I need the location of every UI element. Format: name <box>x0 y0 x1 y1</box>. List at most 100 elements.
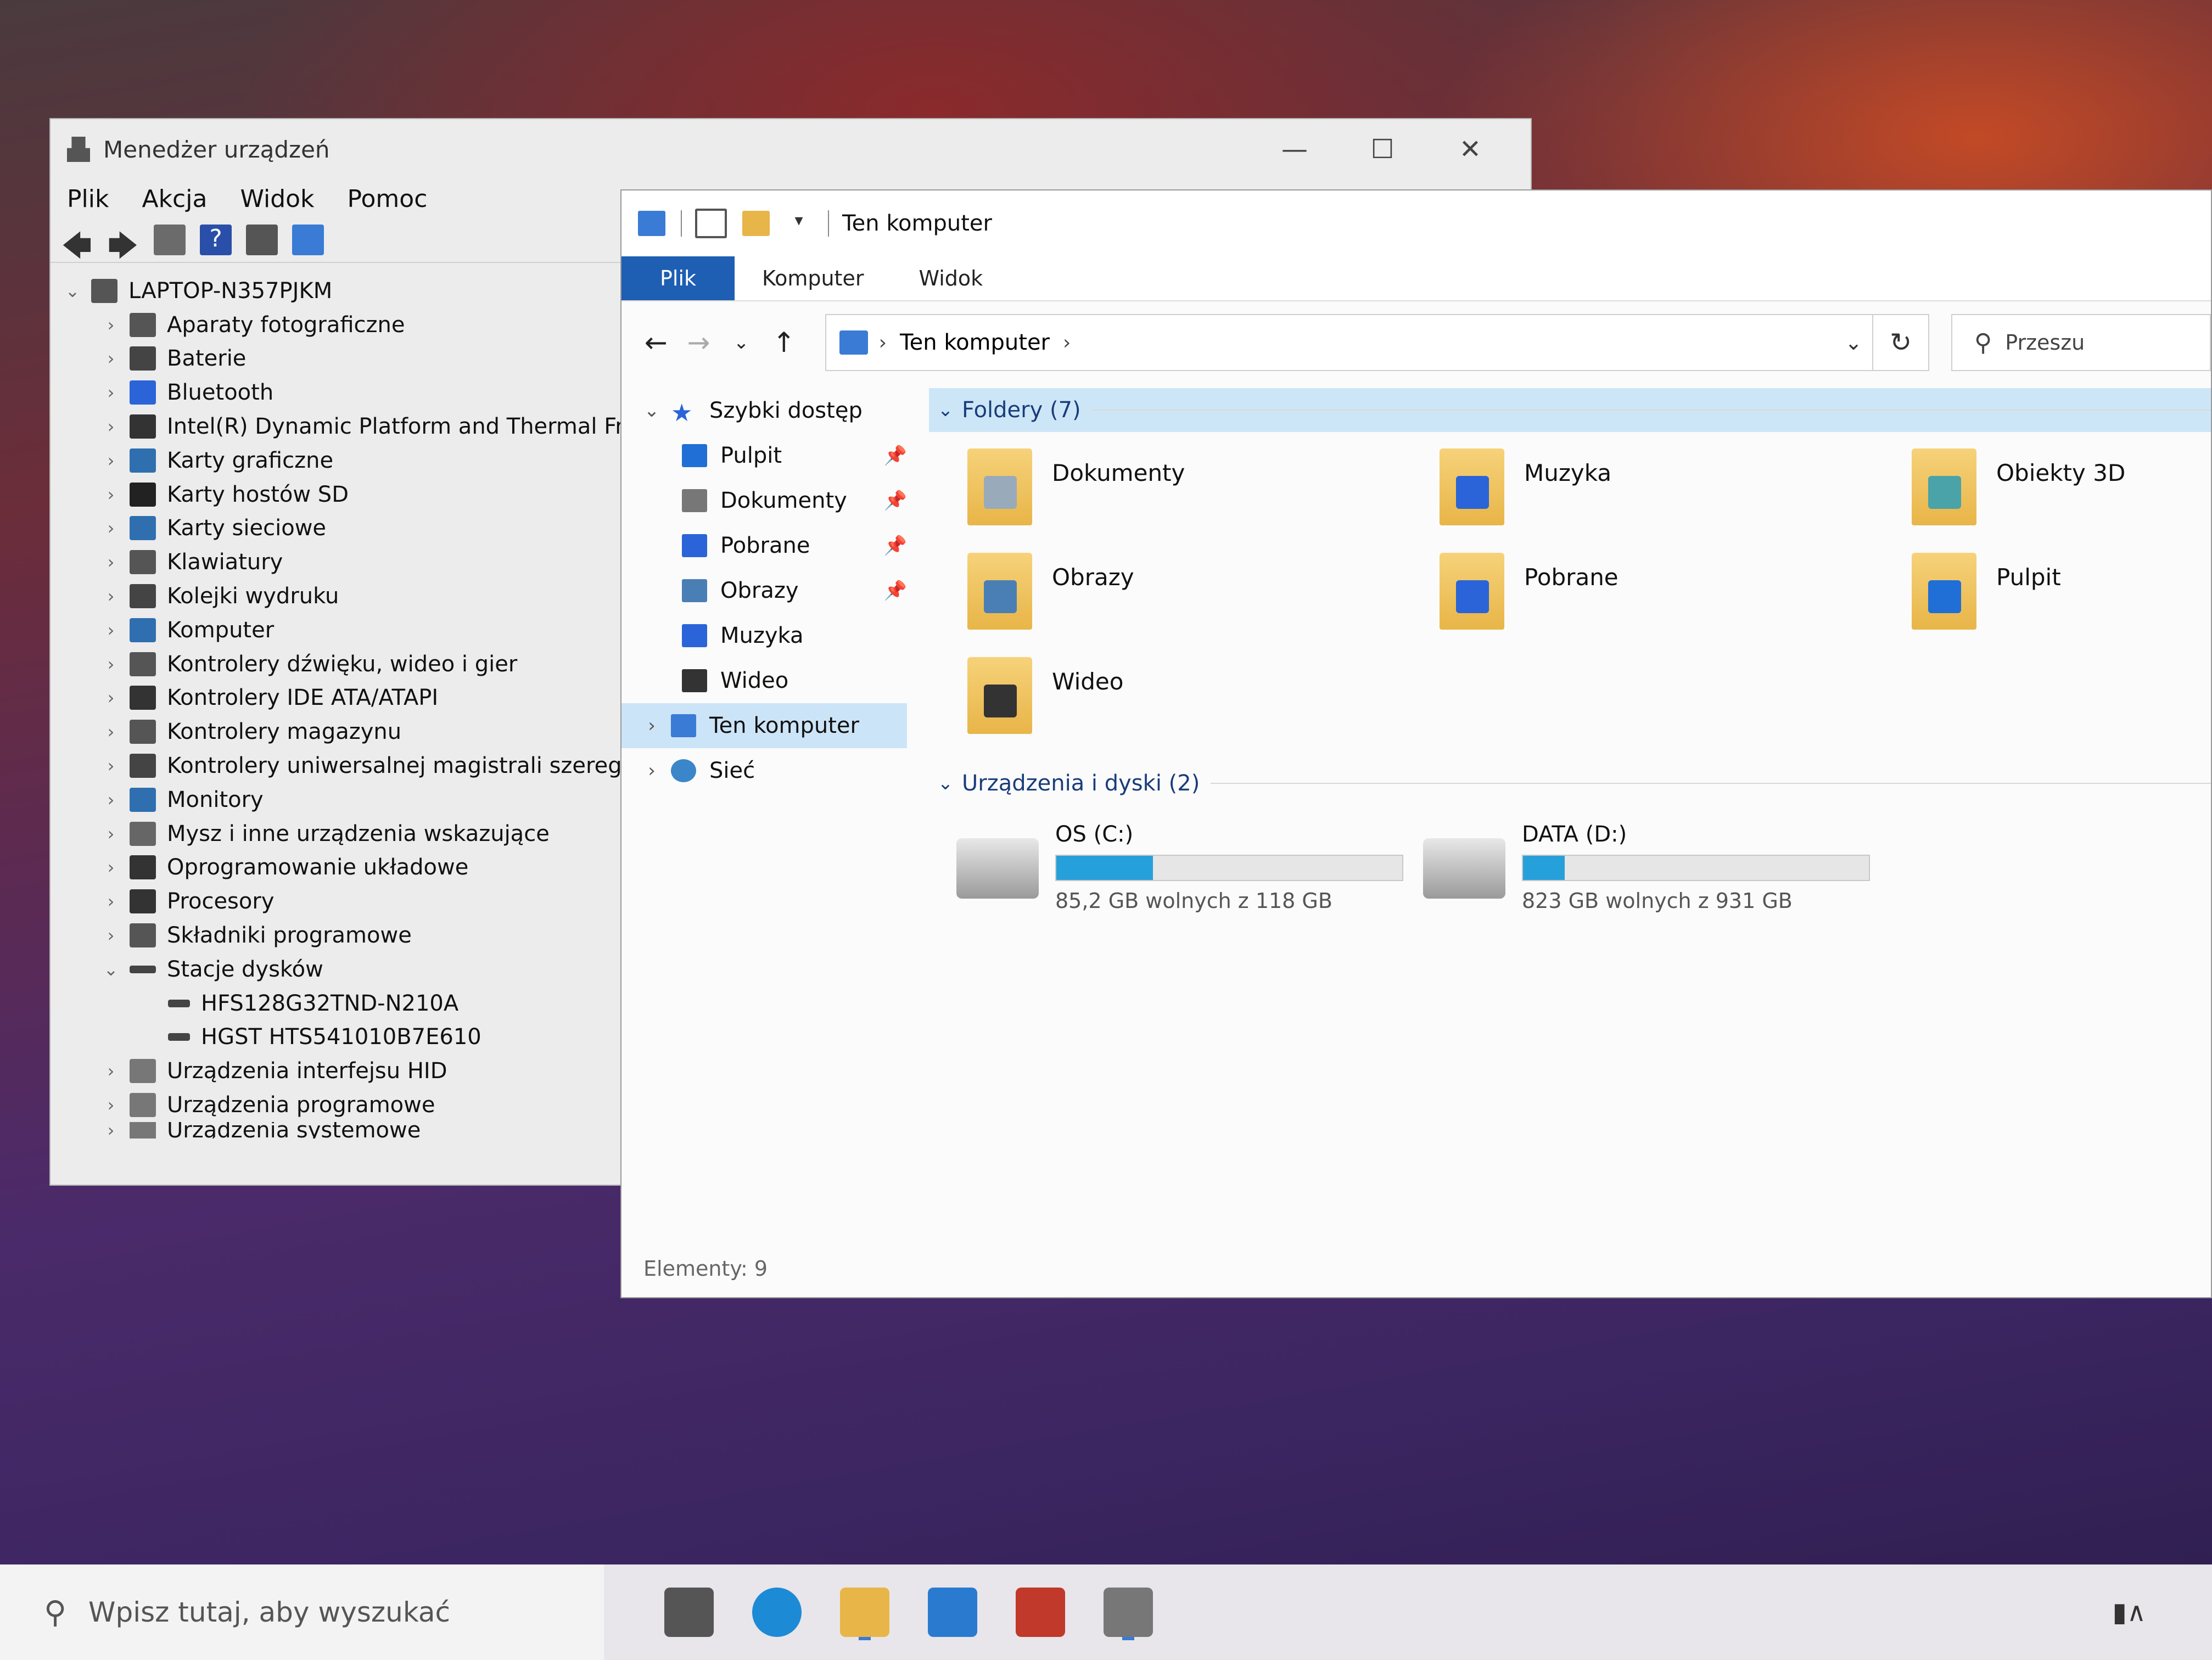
back-icon[interactable]: 🡄 <box>61 225 93 263</box>
forward-icon[interactable]: 🡆 <box>108 225 139 263</box>
notification-icon[interactable]: ▮∧ <box>2112 1597 2146 1628</box>
pin-icon[interactable]: 📌 <box>884 490 907 512</box>
nav-item-muzyka[interactable]: Muzyka <box>621 613 918 658</box>
minimize-button[interactable]: — <box>1251 119 1339 180</box>
camera-icon <box>130 312 156 337</box>
new-folder-icon[interactable] <box>742 211 770 236</box>
folder-tile[interactable]: Muzyka <box>1440 448 1611 525</box>
expand-icon[interactable]: › <box>100 518 122 539</box>
expand-icon[interactable]: › <box>100 416 122 437</box>
tab-file[interactable]: Plik <box>621 256 735 300</box>
forward-icon[interactable]: → <box>681 327 717 358</box>
pin-icon[interactable]: 📌 <box>884 535 907 557</box>
battery-icon <box>130 346 156 371</box>
properties-checkbox-icon[interactable] <box>695 209 727 238</box>
pin-icon[interactable]: 📌 <box>884 445 907 467</box>
folders-group-header[interactable]: ⌄ Foldery (7) <box>929 388 2211 432</box>
refresh-icon[interactable]: ↻ <box>1872 315 1928 370</box>
expand-icon[interactable]: › <box>100 382 122 403</box>
nav-this-pc[interactable]: › Ten komputer <box>621 703 907 748</box>
nav-item-obrazy[interactable]: Obrazy 📌 <box>621 568 918 613</box>
file-explorer-icon[interactable] <box>840 1588 889 1637</box>
expand-icon[interactable]: › <box>100 315 122 335</box>
nav-item-pobrane[interactable]: Pobrane 📌 <box>621 523 918 568</box>
nav-quick-access[interactable]: ⌄ ★ Szybki dostęp <box>621 388 918 433</box>
mail-icon[interactable] <box>928 1588 977 1637</box>
folder-tile[interactable]: Obiekty 3D <box>1912 448 2125 525</box>
help-icon[interactable]: ? <box>200 225 232 255</box>
address-bar[interactable]: › Ten komputer › ⌄ ↻ <box>825 314 1929 371</box>
expand-icon[interactable]: › <box>100 552 122 573</box>
nav-item-dokumenty[interactable]: Dokumenty 📌 <box>621 478 918 523</box>
expand-icon[interactable]: › <box>100 1061 122 1081</box>
drives-group-header[interactable]: ⌄ Urządzenia i dyski (2) <box>929 761 2211 805</box>
this-pc-icon <box>638 211 665 236</box>
expand-icon[interactable]: › <box>100 721 122 742</box>
menu-file[interactable]: Plik <box>67 185 109 213</box>
nav-label: Dokumenty <box>720 488 847 513</box>
tab-computer[interactable]: Komputer <box>735 256 891 300</box>
chevron-down-icon[interactable]: ⌄ <box>929 772 962 794</box>
nav-network[interactable]: › Sieć <box>621 748 918 793</box>
folder-tile[interactable]: Dokumenty <box>967 448 1185 525</box>
folder-tile[interactable]: Pobrane <box>1440 553 1619 630</box>
recent-locations-icon[interactable]: ⌄ <box>723 332 759 354</box>
expand-icon[interactable]: › <box>100 1095 122 1115</box>
expand-icon[interactable]: › <box>100 450 122 471</box>
expand-icon[interactable]: › <box>100 1122 122 1139</box>
expand-icon[interactable]: › <box>100 755 122 776</box>
task-view-icon[interactable] <box>664 1588 714 1637</box>
pictures-icon <box>682 579 707 602</box>
back-icon[interactable]: ← <box>638 327 674 358</box>
folder-tile[interactable]: Wideo <box>967 657 1123 734</box>
taskbar-search-input[interactable]: ⚲ Wpisz tutaj, aby wyszukać <box>0 1564 604 1660</box>
expand-icon[interactable]: › <box>632 715 671 737</box>
folder-tile[interactable]: Pulpit <box>1912 553 2061 630</box>
collapse-icon[interactable]: ⌄ <box>100 959 122 980</box>
expand-icon[interactable]: › <box>100 484 122 505</box>
search-input[interactable]: ⚲ Przeszu <box>1951 314 2211 371</box>
close-button[interactable]: ✕ <box>1426 119 1514 180</box>
maximize-button[interactable]: ☐ <box>1339 119 1426 180</box>
expand-icon[interactable]: › <box>100 654 122 675</box>
edge-icon[interactable] <box>752 1588 802 1637</box>
menu-action[interactable]: Akcja <box>142 185 207 213</box>
nav-item-pulpit[interactable]: Pulpit 📌 <box>621 433 918 478</box>
expand-icon[interactable]: › <box>100 857 122 878</box>
chevron-right-icon[interactable]: › <box>879 332 887 354</box>
expand-icon[interactable]: › <box>100 586 122 607</box>
scan-hardware-icon[interactable] <box>292 225 324 255</box>
tree-category-label: Składniki programowe <box>167 923 412 949</box>
expand-icon[interactable]: › <box>100 891 122 912</box>
expand-icon[interactable]: › <box>632 760 671 782</box>
customize-toolbar-icon[interactable]: ▾ <box>785 211 813 236</box>
device-manager-icon[interactable] <box>1104 1588 1153 1637</box>
expand-icon[interactable]: › <box>100 348 122 369</box>
tab-view[interactable]: Widok <box>891 256 1010 300</box>
expand-icon[interactable]: › <box>100 823 122 844</box>
expand-icon[interactable]: › <box>100 620 122 641</box>
drive-tile[interactable]: OS (C:) 85,2 GB wolnych z 118 GB <box>956 822 1403 913</box>
expand-icon[interactable]: › <box>100 925 122 946</box>
chevron-right-icon[interactable]: › <box>1063 332 1071 354</box>
gift-icon[interactable] <box>1016 1588 1065 1637</box>
folder-tile[interactable]: Obrazy <box>967 553 1134 630</box>
breadcrumb-this-pc[interactable]: Ten komputer <box>900 330 1050 355</box>
disk-drive-icon <box>130 965 156 973</box>
properties-icon[interactable] <box>154 225 186 255</box>
menu-help[interactable]: Pomoc <box>348 185 428 213</box>
collapse-icon[interactable]: ⌄ <box>632 400 671 422</box>
nav-item-wideo[interactable]: Wideo <box>621 658 918 703</box>
chevron-down-icon[interactable]: ⌄ <box>1845 330 1862 355</box>
pin-icon[interactable]: 📌 <box>884 580 907 602</box>
view-icon[interactable] <box>246 225 278 255</box>
collapse-icon[interactable]: ⌄ <box>61 281 83 301</box>
drive-tile[interactable]: DATA (D:) 823 GB wolnych z 931 GB <box>1423 822 1870 913</box>
menu-view[interactable]: Widok <box>240 185 314 213</box>
chevron-down-icon[interactable]: ⌄ <box>929 399 962 421</box>
nav-label: Szybki dostęp <box>709 398 863 423</box>
device-manager-titlebar[interactable]: Menedżer urządzeń — ☐ ✕ <box>51 119 1531 180</box>
up-icon[interactable]: ↑ <box>766 327 802 358</box>
expand-icon[interactable]: › <box>100 687 122 708</box>
expand-icon[interactable]: › <box>100 789 122 810</box>
